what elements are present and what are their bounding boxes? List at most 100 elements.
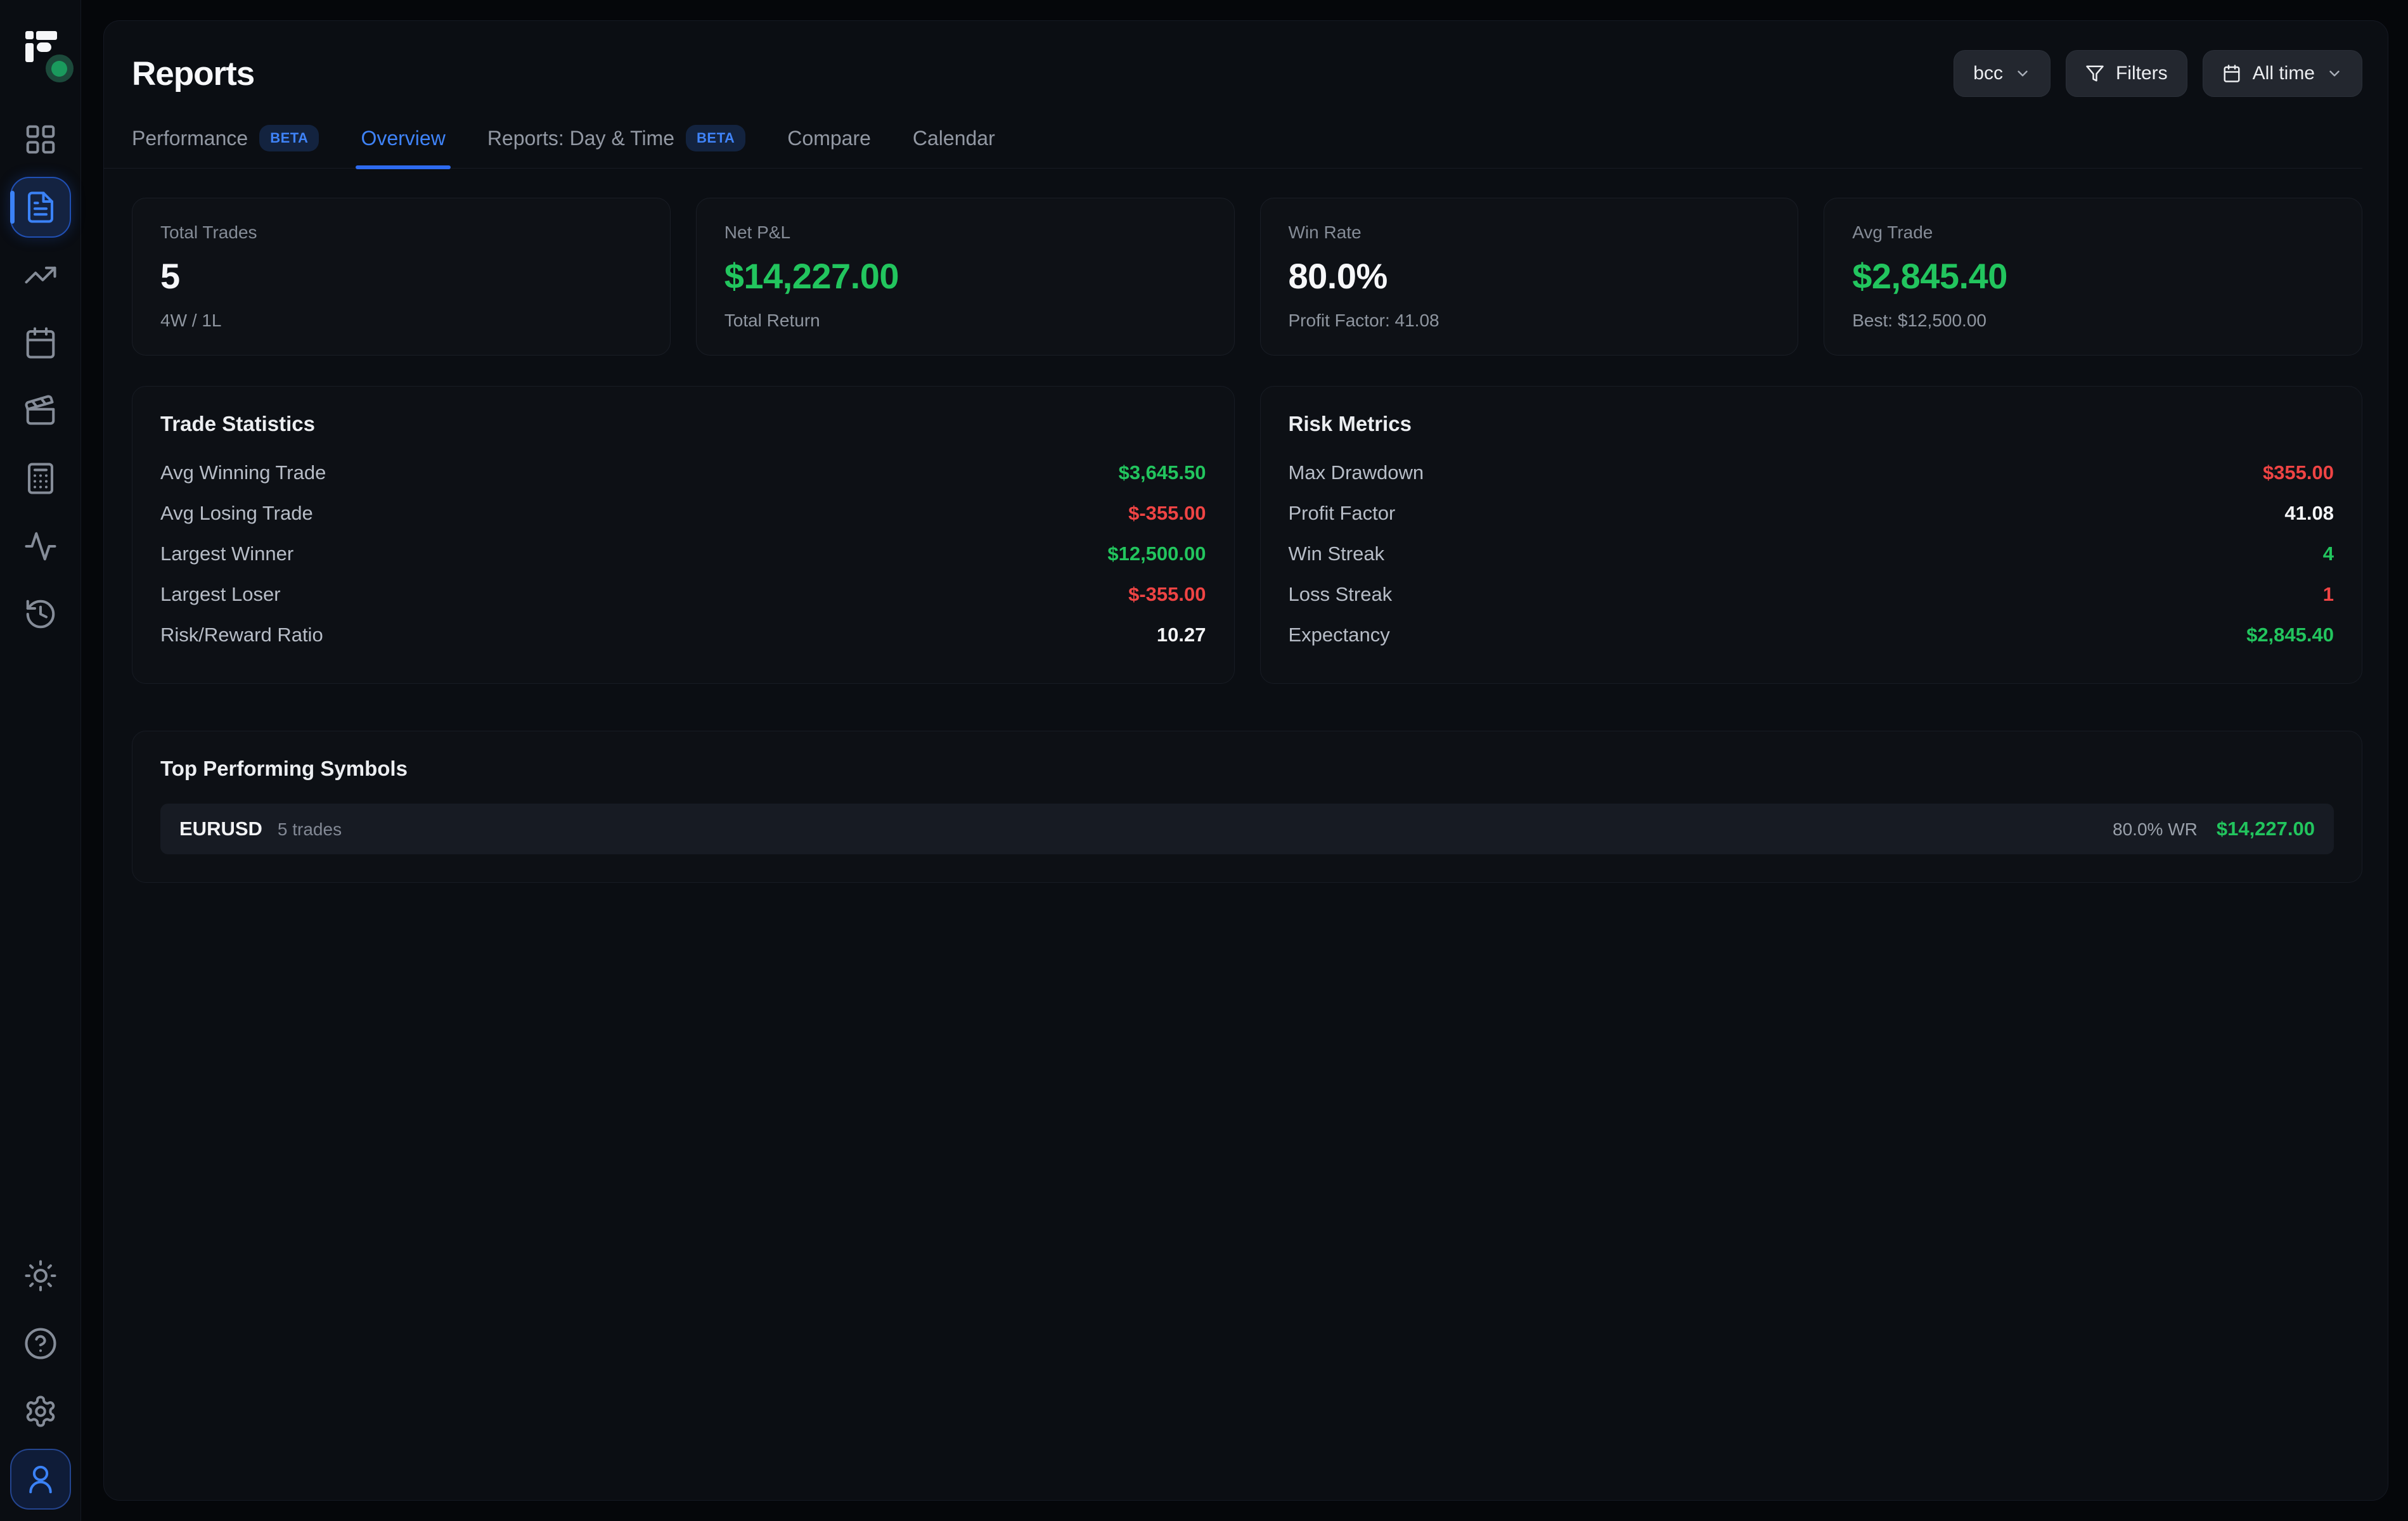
stat-value: $2,845.40 [1852, 255, 2334, 297]
sidebar [0, 0, 81, 1521]
account-selector-label: bcc [1973, 63, 2003, 84]
stat-label: Total Trades [160, 222, 642, 243]
stats-panels: Trade Statistics Avg Winning Trade $3,64… [132, 386, 2362, 684]
date-range-label: All time [2253, 63, 2315, 84]
app-logo[interactable] [18, 24, 63, 70]
header-actions: bcc Filters All time [1954, 50, 2362, 97]
stat-cards-row: Total Trades 5 4W / 1L Net P&L $14,227.0… [132, 198, 2362, 356]
table-row: Risk/Reward Ratio 10.27 [160, 615, 1206, 655]
stat-sub: 4W / 1L [160, 311, 642, 331]
logo-i-bar [25, 43, 34, 62]
panel-title: Risk Metrics [1289, 412, 2334, 436]
row-label: Largest Winner [160, 542, 293, 565]
tab-calendar[interactable]: Calendar [913, 125, 995, 168]
sidebar-item-calendar[interactable] [10, 312, 71, 373]
logo-status-dot [51, 61, 67, 77]
stat-sub: Total Return [724, 311, 1206, 331]
symbol-pnl: $14,227.00 [2217, 818, 2315, 840]
row-value: $3,645.50 [1119, 461, 1206, 484]
row-value: 10.27 [1157, 624, 1206, 646]
help-button[interactable] [10, 1313, 71, 1374]
row-value: 4 [2323, 542, 2334, 565]
row-value: $-355.00 [1128, 502, 1206, 525]
date-range-button[interactable]: All time [2203, 50, 2362, 97]
row-value: 1 [2323, 583, 2334, 606]
sidebar-bottom [10, 1245, 71, 1510]
sidebar-item-reports[interactable] [10, 177, 71, 238]
panel-title: Trade Statistics [160, 412, 1206, 436]
symbol-stats: 80.0% WR $14,227.00 [2113, 818, 2315, 840]
risk-metrics-panel: Risk Metrics Max Drawdown $355.00 Profit… [1260, 386, 2363, 684]
row-value: $2,845.40 [2246, 624, 2334, 646]
tab-compare[interactable]: Compare [787, 125, 871, 168]
calendar-icon [2222, 64, 2241, 83]
stat-value: 80.0% [1289, 255, 1770, 297]
logo-f-top [36, 31, 57, 40]
filter-funnel-icon [2085, 64, 2104, 83]
table-row: Avg Winning Trade $3,645.50 [160, 452, 1206, 493]
table-row: Largest Loser $-355.00 [160, 574, 1206, 615]
symbol-info: EURUSD 5 trades [179, 818, 342, 840]
stat-sub: Profit Factor: 41.08 [1289, 311, 1770, 331]
account-selector-button[interactable]: bcc [1954, 50, 2051, 97]
row-label: Max Drawdown [1289, 461, 1424, 484]
panel-title: Top Performing Symbols [160, 757, 2334, 781]
trending-up-icon [23, 258, 58, 292]
row-label: Avg Winning Trade [160, 461, 326, 484]
chevron-down-icon [2014, 65, 2031, 82]
logo-status-ring [46, 55, 74, 82]
sidebar-item-replay[interactable] [10, 380, 71, 441]
row-label: Profit Factor [1289, 502, 1396, 525]
filters-label: Filters [2116, 63, 2168, 84]
table-row: Loss Streak 1 [1289, 574, 2334, 615]
table-row: Largest Winner $12,500.00 [160, 534, 1206, 574]
stat-label: Net P&L [724, 222, 1206, 243]
row-value: $12,500.00 [1107, 542, 1206, 565]
table-row: Avg Losing Trade $-355.00 [160, 493, 1206, 534]
activity-icon [23, 529, 58, 563]
sidebar-item-trends[interactable] [10, 245, 71, 305]
app-window: Reports bcc Filters All time Per [0, 0, 2408, 1521]
sidebar-item-dashboard[interactable] [10, 109, 71, 170]
tab-label: Overview [361, 127, 445, 150]
theme-toggle[interactable] [10, 1245, 71, 1306]
calendar-icon [23, 326, 58, 360]
table-row: Max Drawdown $355.00 [1289, 452, 2334, 493]
sidebar-nav [10, 109, 71, 645]
reports-file-icon [23, 190, 58, 224]
table-row: Profit Factor 41.08 [1289, 493, 2334, 534]
row-value: $-355.00 [1128, 583, 1206, 606]
main-panel: Reports bcc Filters All time Per [103, 20, 2388, 1501]
table-row: Win Streak 4 [1289, 534, 2334, 574]
page-title: Reports [132, 55, 254, 93]
risk-metrics-rows: Max Drawdown $355.00 Profit Factor 41.08… [1289, 452, 2334, 655]
sidebar-item-activity[interactable] [10, 516, 71, 577]
beta-badge: BETA [686, 125, 745, 151]
row-label: Win Streak [1289, 542, 1385, 565]
tab-bar: Performance BETA Overview Reports: Day &… [104, 125, 2362, 169]
beta-badge: BETA [259, 125, 319, 151]
symbol-row-eurusd[interactable]: EURUSD 5 trades 80.0% WR $14,227.00 [160, 804, 2334, 854]
filters-button[interactable]: Filters [2066, 50, 2187, 97]
settings-button[interactable] [10, 1381, 71, 1442]
tab-performance[interactable]: Performance BETA [132, 125, 319, 168]
row-value: $355.00 [2263, 461, 2334, 484]
history-icon [23, 597, 58, 631]
main-header: Reports bcc Filters All time [132, 50, 2362, 97]
logo-f-mid [37, 42, 51, 52]
row-label: Expectancy [1289, 624, 1390, 646]
row-label: Risk/Reward Ratio [160, 624, 323, 646]
tab-reports-day-time[interactable]: Reports: Day & Time BETA [487, 125, 745, 168]
sidebar-item-history[interactable] [10, 584, 71, 645]
stat-card-net-pnl: Net P&L $14,227.00 Total Return [696, 198, 1235, 356]
profile-button[interactable] [10, 1449, 71, 1510]
row-label: Loss Streak [1289, 583, 1393, 606]
sidebar-item-calculator[interactable] [10, 448, 71, 509]
stat-card-avg-trade: Avg Trade $2,845.40 Best: $12,500.00 [1824, 198, 2362, 356]
help-icon [23, 1326, 58, 1361]
tab-overview[interactable]: Overview [361, 125, 445, 168]
trade-statistics-panel: Trade Statistics Avg Winning Trade $3,64… [132, 386, 1235, 684]
top-symbols-panel: Top Performing Symbols EURUSD 5 trades 8… [132, 731, 2362, 883]
symbol-name: EURUSD [179, 818, 262, 840]
row-label: Largest Loser [160, 583, 281, 606]
